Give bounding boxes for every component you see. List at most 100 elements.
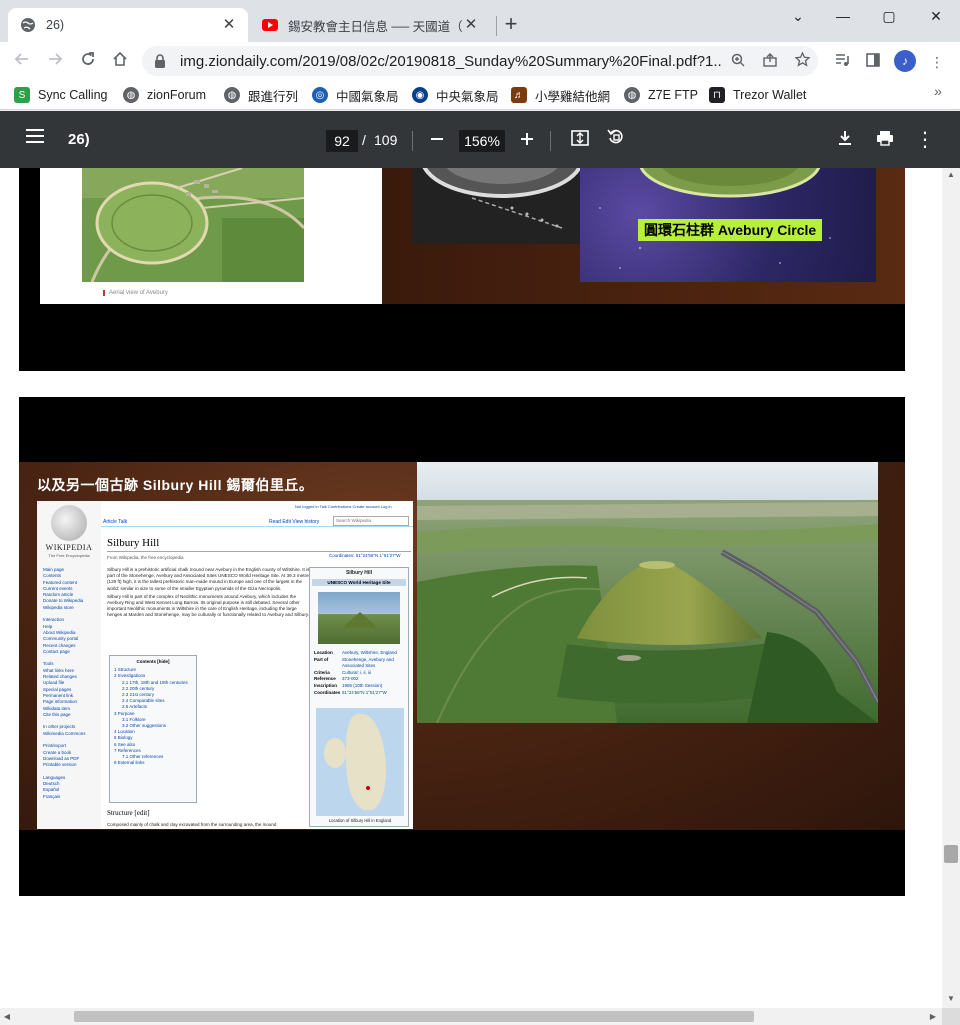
reload-button[interactable] xyxy=(76,50,100,72)
wiki-logo-sub: The Free Encyclopedia xyxy=(48,553,90,558)
wiki-article-tabs: Article Talk xyxy=(103,519,128,525)
bookmark-z7e-ftp[interactable]: ◍ Z7E FTP xyxy=(624,85,698,105)
back-button[interactable] xyxy=(10,50,34,72)
tab-pdf[interactable]: 26) ✕ xyxy=(8,8,248,42)
tab-search-icon[interactable]: ⌄ xyxy=(778,6,818,26)
sync-calling-icon: S xyxy=(14,87,30,103)
youtube-icon xyxy=(262,17,278,33)
address-bar[interactable]: img.ziondaily.com/2019/08/02c/20190818_S… xyxy=(142,46,818,76)
infobox-row: Part of Stonehenge, Avebury and Associate… xyxy=(314,657,408,670)
zoom-out-button[interactable] xyxy=(424,128,450,152)
bookmarks-overflow-icon[interactable]: » xyxy=(928,83,948,103)
lock-icon[interactable] xyxy=(154,54,168,68)
horizontal-scroll-thumb[interactable] xyxy=(74,1011,754,1022)
bookmark-star-icon[interactable] xyxy=(786,51,818,70)
bookmark-zionforum[interactable]: ◍ zionForum xyxy=(123,85,206,105)
infobox-rows: Location Avebury, Wiltshire, England Part … xyxy=(314,650,408,696)
pdf-more-icon[interactable]: ⋮ xyxy=(912,128,938,152)
bookmark-label: 中央氣象局 xyxy=(436,89,499,104)
media-controls-icon[interactable] xyxy=(832,52,852,72)
infobox-row: Location Avebury, Wiltshire, England xyxy=(314,650,408,657)
new-tab-button[interactable]: + xyxy=(500,13,522,36)
wiki-toc-item: 8 External links xyxy=(114,760,145,766)
vertical-scroll-thumb[interactable] xyxy=(944,845,958,863)
bookmark-trezor[interactable]: ⊓ Trezor Wallet xyxy=(709,85,806,105)
forward-button[interactable] xyxy=(43,50,67,72)
more-menu-icon[interactable]: ⋮ xyxy=(927,52,947,72)
infobox-title: Silbury Hill xyxy=(345,570,373,576)
bookmark-cwb[interactable]: ◉ 中央氣象局 xyxy=(412,85,499,105)
zoom-in-button[interactable] xyxy=(514,128,540,152)
download-icon xyxy=(839,131,851,145)
page-number-input[interactable]: 92 xyxy=(326,130,358,152)
trezor-icon: ⊓ xyxy=(709,87,725,103)
zoom-level-input[interactable]: 156% xyxy=(459,130,505,152)
back-arrow-icon xyxy=(14,53,28,65)
side-panel-icon[interactable] xyxy=(863,52,883,72)
minimize-button[interactable]: — xyxy=(823,6,863,26)
globe-icon: ◍ xyxy=(123,87,139,103)
globe-icon: ◍ xyxy=(624,87,640,103)
cma-icon: ◎ xyxy=(312,87,328,103)
tab-divider xyxy=(496,16,497,36)
url-text[interactable]: img.ziondaily.com/2019/08/02c/20190818_S… xyxy=(180,53,722,70)
close-tab-icon[interactable]: ✕ xyxy=(220,16,238,34)
aerial-caption: Aerial view of Avebury xyxy=(103,290,168,296)
bookmark-label: Trezor Wallet xyxy=(733,88,807,102)
close-tab-icon[interactable]: ✕ xyxy=(462,16,480,34)
share-icon[interactable] xyxy=(754,52,786,70)
scroll-up-icon[interactable]: ▲ xyxy=(942,168,960,182)
tab-youtube[interactable]: 錫安教會主日信息 ── 天國道（6 ✕ xyxy=(250,8,490,42)
wiki-section-text: Composed mainly of chalk and clay excava… xyxy=(107,822,277,827)
zoom-icon[interactable] xyxy=(722,53,754,70)
download-button[interactable] xyxy=(832,128,858,152)
wiki-toc-list: 1 Structure 2 Investigations 2.1 17th, 18t… xyxy=(114,667,192,766)
infobox-key: Coordinates xyxy=(314,689,341,695)
cwb-icon: ◉ xyxy=(412,87,428,103)
page-separator: / xyxy=(362,132,366,148)
maximize-button[interactable]: ▢ xyxy=(869,6,909,26)
wikipedia-globe-icon xyxy=(51,505,87,541)
bookmarks-bar: S Sync Calling ◍ zionForum ◍ 跟進行列 ◎ 中國氣象… xyxy=(0,80,960,110)
bookmark-guitar[interactable]: ♬ 小學雞結他網 xyxy=(511,85,610,105)
wiki-nav-links: Main page Contents Featured content Current… xyxy=(43,567,97,800)
pdf-viewport[interactable]: Aerial view of Avebury 圓環石柱群 Avebury Cir… xyxy=(0,168,942,1008)
pdf-page: Aerial view of Avebury 圓環石柱群 Avebury Cir… xyxy=(19,168,905,371)
horizontal-scrollbar[interactable]: ◀ ▶ xyxy=(0,1008,942,1025)
wiki-title-rule xyxy=(107,551,411,552)
bookmark-sync-calling[interactable]: S Sync Calling xyxy=(14,85,107,105)
print-button[interactable] xyxy=(872,128,898,152)
vertical-scrollbar[interactable]: ▲ ▼ xyxy=(942,168,960,1008)
bookmark-label: 跟進行列 xyxy=(248,89,299,104)
infobox-value: Cultural: i, ii, iii xyxy=(342,669,372,675)
browser-toolbar: img.ziondaily.com/2019/08/02c/20190818_S… xyxy=(0,42,960,80)
scroll-right-icon[interactable]: ▶ xyxy=(926,1008,940,1025)
forward-arrow-icon xyxy=(49,53,63,65)
bookmark-follow-up[interactable]: ◍ 跟進行列 xyxy=(224,85,298,105)
fit-page-button[interactable] xyxy=(567,128,593,152)
profile-avatar[interactable]: ♪ xyxy=(894,50,916,72)
infobox-value: Avebury, Wiltshire, England xyxy=(342,650,397,655)
infobox-key: Criteria xyxy=(314,669,330,675)
scroll-left-icon[interactable]: ◀ xyxy=(0,1008,14,1025)
toolbar-divider xyxy=(412,131,413,151)
bookmark-label: Sync Calling xyxy=(38,88,108,102)
infobox-key: Reference xyxy=(314,676,336,682)
bookmark-cma[interactable]: ◎ 中國氣象局 xyxy=(312,85,399,105)
rotate-icon xyxy=(607,129,623,144)
wiki-intro: Silbury Hill is a prehistoric artificial… xyxy=(107,567,311,619)
silbury-hill-photo xyxy=(417,462,878,723)
scroll-down-icon[interactable]: ▼ xyxy=(942,992,960,1006)
wiki-user-tools: Not logged in Talk Contributions Create … xyxy=(295,504,392,509)
hamburger-menu-icon[interactable] xyxy=(26,129,44,143)
home-button[interactable] xyxy=(108,50,132,72)
infobox-row: Reference 373-002 xyxy=(314,676,408,683)
pdf-title: 26) xyxy=(68,131,90,148)
infobox-row: Criteria Cultural: i, ii, iii xyxy=(314,670,408,677)
reload-icon xyxy=(82,52,94,65)
location-marker-icon xyxy=(366,786,370,790)
rotate-button[interactable] xyxy=(603,128,629,152)
map-caption: Location of Silbury Hill in England xyxy=(328,818,392,823)
pdf-page: 以及另一個古跡 Silbury Hill 錫爾伯里丘。 WIKIPEDIA Th… xyxy=(19,397,905,896)
close-window-button[interactable]: ✕ xyxy=(916,6,956,26)
